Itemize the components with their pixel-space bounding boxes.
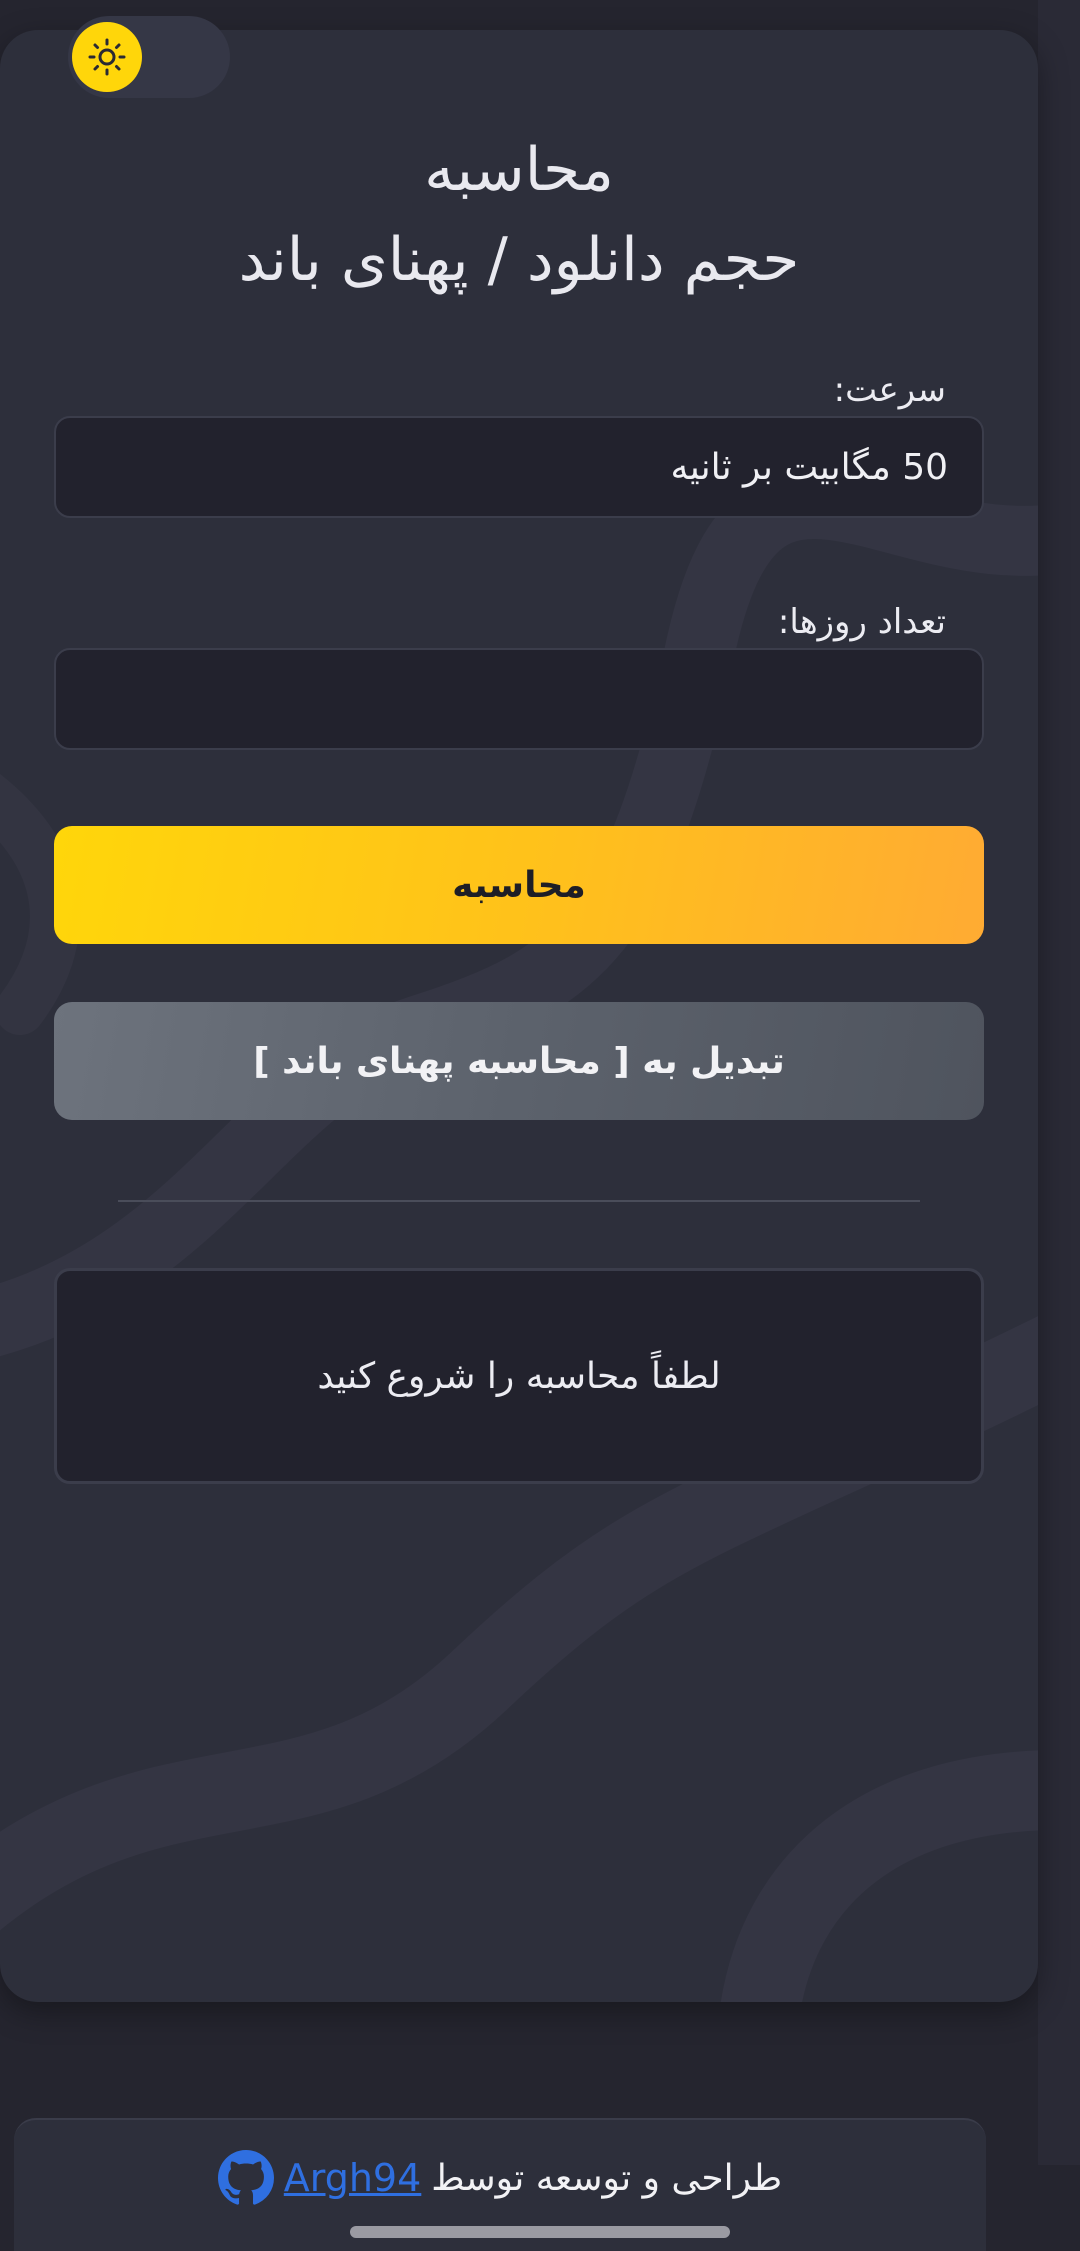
sun-icon	[88, 38, 126, 76]
calculate-button[interactable]: محاسبه	[54, 826, 984, 944]
app-page: محاسبه حجم دانلود / پهنای باند سرعت: تعد…	[0, 0, 1080, 2251]
background-strip	[1038, 0, 1080, 2165]
footer-credit: Argh94 طراحی و توسعه توسط	[14, 2150, 986, 2206]
divider	[118, 1200, 920, 1202]
result-box: لطفاً محاسبه را شروع کنید	[54, 1268, 984, 1484]
title-line-2: حجم دانلود / پهنای باند	[238, 225, 800, 295]
calculator-card: محاسبه حجم دانلود / پهنای باند سرعت: تعد…	[0, 30, 1038, 2002]
home-indicator[interactable]	[350, 2226, 730, 2238]
github-icon[interactable]	[217, 2150, 274, 2206]
switch-mode-button[interactable]: تبدیل به [ محاسبه پهنای باند ]	[54, 1002, 984, 1120]
result-text: لطفاً محاسبه را شروع کنید	[317, 1355, 721, 1397]
title-line-1: محاسبه	[424, 135, 614, 205]
page-title: محاسبه حجم دانلود / پهنای باند	[0, 125, 1038, 305]
speed-input[interactable]	[54, 416, 984, 518]
days-input[interactable]	[54, 648, 984, 750]
theme-toggle[interactable]	[68, 16, 230, 98]
days-label: تعداد روزها:	[777, 602, 946, 642]
theme-toggle-knob[interactable]	[72, 22, 142, 92]
author-link[interactable]: Argh94	[284, 2156, 422, 2200]
speed-label: سرعت:	[833, 370, 946, 410]
footer-credit-text: طراحی و توسعه توسط	[431, 2157, 783, 2199]
